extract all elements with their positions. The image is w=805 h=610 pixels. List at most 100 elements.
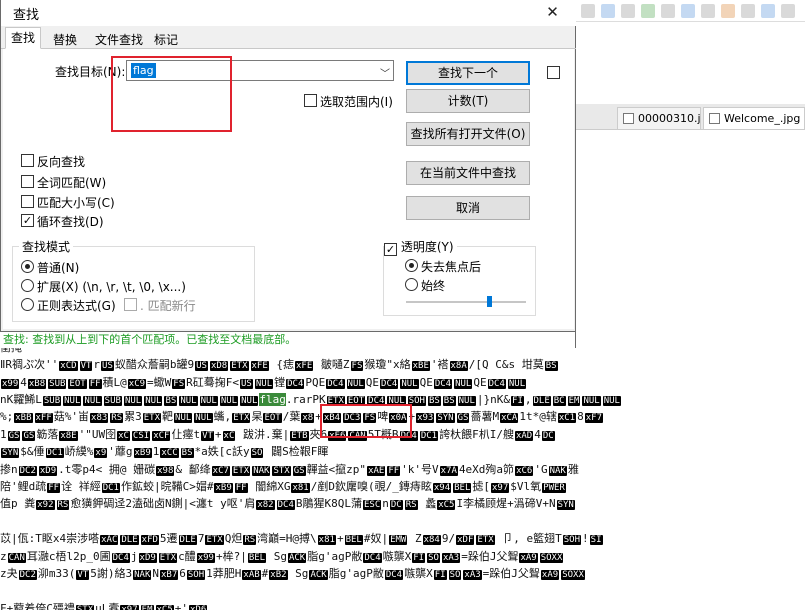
- toolbar-icon[interactable]: [681, 4, 695, 18]
- control-char-token: NUL: [457, 396, 476, 406]
- editor-toolbar: [575, 0, 805, 22]
- text-line[interactable]: nK糶鯑L SUB NUL NUL SUB NUL NUL BS NUL NUL NUL NUL fla…: [0, 391, 805, 408]
- text-line[interactable]: F+藭着倷C殭禮 STX uL蠧 x97 EM xC5 +' xD6: [0, 600, 805, 610]
- on-blur-label: 失去焦点后: [421, 260, 482, 274]
- toolbar-icon[interactable]: [601, 4, 615, 18]
- toolbar-icon[interactable]: [781, 4, 795, 18]
- text-line[interactable]: 掺n DC2 xD9 .t零p4< 拥@ 姗碳 x98 & 鄐绛 xC7 ETX NAK STX G…: [0, 461, 805, 478]
- control-char-token: DC1: [101, 483, 120, 493]
- mode-regex-radio[interactable]: [21, 298, 34, 311]
- text-line[interactable]: [0, 582, 805, 599]
- find-next-option-checkbox[interactable]: [547, 66, 560, 79]
- control-char-token: DC1: [419, 430, 439, 441]
- control-char-token: SO: [427, 552, 440, 563]
- on-blur-radio[interactable]: [405, 259, 418, 272]
- control-char-token: GS: [7, 430, 21, 441]
- control-char-token: xAD: [514, 430, 534, 441]
- toolbar-icon[interactable]: [741, 4, 755, 18]
- editor-tab-file[interactable]: Welcome_.jpg: [703, 107, 805, 129]
- always-label: 始终: [421, 279, 446, 293]
- dot-newline-checkbox[interactable]: [124, 298, 137, 311]
- control-char-token: NAK: [133, 570, 152, 580]
- control-char-token: xC5: [155, 604, 174, 610]
- control-char-token: SO: [448, 570, 462, 580]
- control-char-token: DC4: [433, 378, 453, 389]
- toolbar-icon[interactable]: [701, 4, 715, 18]
- text-line[interactable]: %; xBB xFF 菇%'峀 x83 RS 累3 ETX 靶 NUL NUL 蟕, ETX 杲 EOT/葉…: [0, 408, 805, 425]
- text-line[interactable]: SYN $&倕 DC1 峤縸% x9 '蘼g xB9 1 xCC BS *a妷[c訞y SO 闢S检鞎…: [0, 443, 805, 460]
- control-char-token: x97: [491, 483, 510, 493]
- text-line[interactable]: x99 4 xB8 SUB EOT FF 積L@ xC9 =蠍W FS R矼蓦掬F< US NUL 镗 DC…: [0, 374, 805, 391]
- scope-checkbox[interactable]: [304, 94, 317, 107]
- find-in-current-file-button[interactable]: 在当前文件中查找: [406, 161, 530, 185]
- control-char-token: DC2: [18, 465, 37, 476]
- control-char-token: SI: [589, 535, 603, 546]
- reverse-checkbox[interactable]: [21, 154, 34, 167]
- editor-tab-file[interactable]: 00000310.jpg: [617, 107, 701, 129]
- match-case-checkbox[interactable]: [21, 195, 34, 208]
- text-line[interactable]: 值p 粪 x92 RS 愈獚鉀碉迳2溘础卤N鍘|<瀍t y呕'肩 x82 DC4 B鵰猩K8…: [0, 495, 805, 512]
- cancel-button[interactable]: 取消: [406, 196, 530, 220]
- tab-find-in-files[interactable]: 文件查找: [89, 29, 149, 49]
- tab-find[interactable]: 查找: [5, 27, 42, 49]
- tab-replace[interactable]: 替换: [47, 29, 83, 49]
- find-all-open-files-button[interactable]: 查找所有打开文件(O): [406, 122, 530, 146]
- control-char-token: BEL: [344, 535, 363, 546]
- text-run: /[Q C&s 坩莫: [468, 358, 544, 372]
- toolbar-icon[interactable]: [721, 4, 735, 18]
- text-run: 脂g'agP敝: [328, 567, 384, 580]
- text-run: 嗾龒X: [404, 567, 433, 580]
- transparency-checkbox[interactable]: ✓: [384, 243, 397, 256]
- text-run: 5遷: [159, 532, 178, 546]
- text-line[interactable]: [0, 513, 805, 530]
- transparency-slider-track[interactable]: [406, 301, 526, 303]
- control-char-token: x84: [422, 535, 441, 546]
- control-char-token: x99: [196, 552, 215, 563]
- text-run: z: [0, 549, 7, 563]
- control-char-token: NUL: [194, 413, 213, 424]
- text-run: 嗾龒X: [382, 549, 412, 563]
- control-char-token: EOT: [263, 413, 282, 424]
- toolbar-icon[interactable]: [761, 4, 775, 18]
- text-line[interactable]: 陪'鲤d疏 FF 诠 祥經 DC1 作鉱蛟|晥鞴C>媢# xB9 FF 闇綿XG x81/剷D…: [0, 478, 805, 495]
- control-char-token: EOT: [68, 378, 87, 389]
- text-run: uL蠧: [95, 601, 120, 610]
- count-button[interactable]: 计数(T): [406, 89, 530, 113]
- toolbar-icon[interactable]: [621, 4, 635, 18]
- text-run: 5T概B: [367, 427, 399, 441]
- find-next-button[interactable]: 查找下一个: [406, 61, 530, 85]
- toolbar-icon[interactable]: [661, 4, 675, 18]
- text-line[interactable]: z夬 DC2 泖m33(VT 5謝)絡3 NAK NxB7 6 SOH 1莽肥H xAB # xB2 …: [0, 565, 805, 582]
- scope-label: 选取范围内(I): [320, 95, 393, 109]
- control-char-token: BS: [164, 396, 178, 406]
- tab-mark[interactable]: 标记: [148, 29, 184, 49]
- always-radio[interactable]: [405, 278, 418, 291]
- control-char-token: NUL: [219, 396, 239, 406]
- mode-extended-radio[interactable]: [21, 279, 34, 292]
- control-char-token: FF: [387, 465, 401, 476]
- control-char-token: RS: [243, 535, 257, 546]
- wrap-checkbox[interactable]: ✓: [21, 214, 34, 227]
- text-run: 1莽肥H: [206, 567, 242, 580]
- text-line[interactable]: ⅡR禂ぷ次'' xCD VT r US 蚁醋众薝嗣b罐9 US xD8 ETX xFE {痣 xFE…: [0, 356, 805, 373]
- toolbar-icon[interactable]: [581, 4, 595, 18]
- text-line[interactable]: 苡|佤:T眍x4崇涉嗒 xAC DLE xFD 5遷 DLE 7 ETX Q炟 RS 湾巔=H@搏\…: [0, 530, 805, 547]
- text-run: 湾巔=H@搏\: [257, 532, 317, 546]
- chevron-down-icon[interactable]: ﹀: [380, 65, 390, 80]
- search-target-value[interactable]: flag: [131, 63, 156, 78]
- text-line[interactable]: 1 GS GS 簕落 x8E '"UW囹 xC CSI xCF 仩瘞t VT + xC 跋汫.棄| ETB…: [0, 426, 805, 443]
- control-char-token: DC4: [380, 378, 399, 389]
- mode-normal-radio[interactable]: [21, 260, 34, 273]
- control-char-token: xCA: [500, 413, 519, 424]
- transparency-slider-thumb[interactable]: [487, 296, 492, 307]
- search-target-combobox[interactable]: flag ﹀: [126, 60, 394, 81]
- dialog-title-bar[interactable]: 查找 ✕: [1, 0, 576, 26]
- dot-newline-label: . 匹配新行: [140, 299, 196, 313]
- text-line[interactable]: z CAN 耳瀜c梧l2p_0圃 DC4 j xD9 ETX c醴 x99 +桙?| BEL Sg A…: [0, 548, 805, 565]
- toolbar-icon[interactable]: [641, 4, 655, 18]
- text-run: N: [152, 567, 159, 580]
- text-run: .rarPK: [285, 393, 326, 406]
- text-run: 镗: [274, 375, 286, 389]
- whole-word-checkbox[interactable]: [21, 175, 34, 188]
- close-button[interactable]: ✕: [529, 0, 576, 26]
